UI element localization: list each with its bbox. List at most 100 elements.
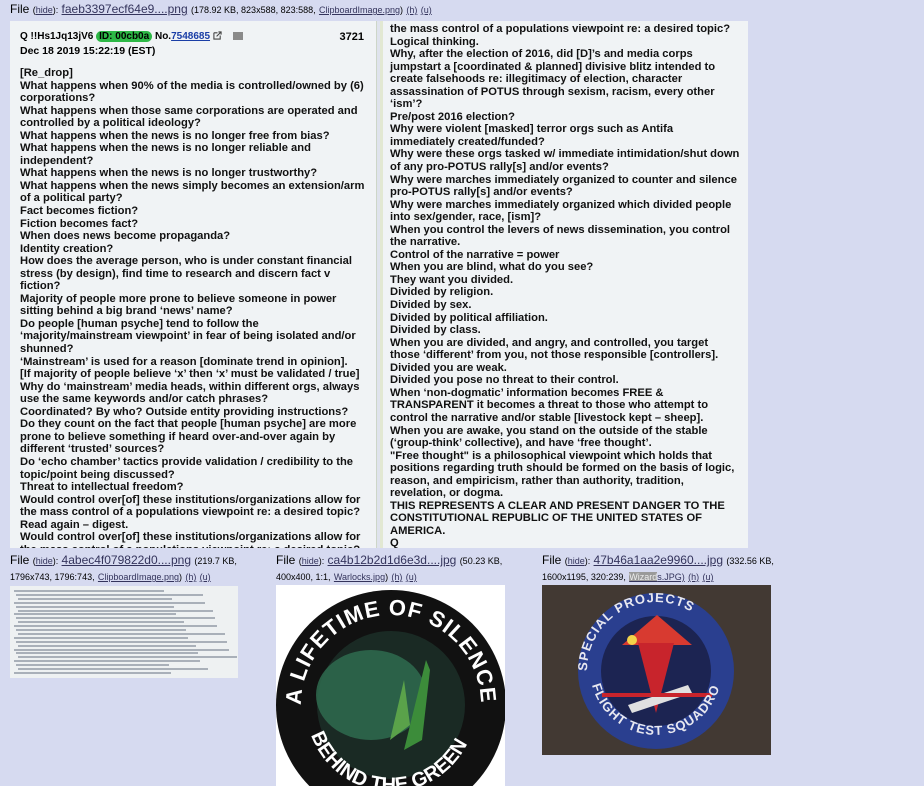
document-text-line <box>16 593 203 596</box>
original-name-link[interactable]: ClipboardImage.png <box>98 572 179 582</box>
quote-bar <box>380 21 383 548</box>
document-text-line <box>16 605 174 608</box>
file-info-3-line2: 400x400, 1:1, Warlocks.jpg) (h) (u) <box>276 572 417 582</box>
post-line: Do ‘echo chamber’ tactics provide valida… <box>20 455 354 481</box>
file-info-1: File (hide): faeb3397ecf64e9....png (178… <box>10 2 432 16</box>
post-line: "Free thought" is a philosophical viewpo… <box>390 449 735 500</box>
post-line: When you are divided, and angry, and con… <box>390 336 719 362</box>
reply-count: 3721 <box>339 31 364 43</box>
document-text-line <box>16 652 198 655</box>
post-line: Majority of people more prone to believe… <box>20 292 337 318</box>
file-link[interactable]: ca4b12b2d1d6e3d....jpg <box>328 553 457 567</box>
h-link[interactable]: (h) <box>406 5 417 15</box>
post-line: Why were these orgs tasked w/ immediate … <box>390 148 740 174</box>
post-line: Fiction becomes fact? <box>20 217 139 230</box>
post-panel-left: Q !!Hs1Jq13jV6 ID: 00cb0a No.7548685 372… <box>10 21 377 548</box>
hide-link[interactable]: hide <box>36 5 53 15</box>
document-text-line <box>16 617 215 620</box>
warlocks-patch-thumbnail[interactable]: A LIFETIME OF SILENCE BEHIND THE GREEN D… <box>276 585 505 786</box>
post-line: Why were violent [masked] terror orgs su… <box>390 123 674 148</box>
post-line: THIS REPRESENTS A CLEAR AND PRESENT DANG… <box>390 499 725 537</box>
post-line: Why were marches immediately organized w… <box>390 198 732 224</box>
post-line: What happens when the news simply become… <box>20 179 365 205</box>
file-info-2-line2: 1796x743, 1796:743, ClipboardImage.png) … <box>10 572 211 582</box>
file-link[interactable]: 47b46a1aa2e9960....jpg <box>594 553 723 567</box>
document-text-line <box>14 613 176 616</box>
id-badge: ID: 00cb0a <box>96 31 153 42</box>
post-line: What happens when those same corporation… <box>20 104 358 130</box>
post-header: Q !!Hs1Jq13jV6 ID: 00cb0a No.7548685 <box>20 31 243 42</box>
hide-link[interactable]: hide <box>568 556 585 566</box>
file-link[interactable]: 4abec4f079822d0....png <box>62 553 191 567</box>
post-line: Divided by political affiliation. <box>390 311 548 324</box>
file-label: File <box>10 2 30 16</box>
tripcode: Q !!Hs1Jq13jV6 <box>20 31 94 42</box>
file-info-3: File (hide): ca4b12b2d1d6e3d....jpg (50.… <box>276 553 503 567</box>
post-body-left: [Re_drop] What happens when 90% of the me… <box>20 67 365 548</box>
post-line: Control of the narrative = power <box>390 248 560 261</box>
hide-link[interactable]: hide <box>302 556 319 566</box>
document-text-line <box>16 640 227 643</box>
post-line: Coordinated? By who? Outside entity prov… <box>20 405 349 418</box>
post-line: When ‘non-dogmatic’ information becomes … <box>390 386 709 424</box>
post-line: ‘Mainstream’ is used for a reason [domin… <box>20 355 348 368</box>
h-link[interactable]: (h) <box>185 572 196 582</box>
document-text-line <box>14 601 205 604</box>
post-line: What happens when the news is no longer … <box>20 129 330 142</box>
post-line: When does news become propaganda? <box>20 230 231 243</box>
document-text-line <box>14 671 171 674</box>
document-text-line <box>18 644 196 647</box>
document-text-line <box>14 625 217 628</box>
h-link[interactable]: (h) <box>391 572 402 582</box>
u-link[interactable]: (u) <box>421 5 432 15</box>
document-text-line <box>14 648 229 651</box>
u-link[interactable]: (u) <box>200 572 211 582</box>
h-link[interactable]: (h) <box>688 572 699 582</box>
post-line: They want you divided. <box>390 273 514 286</box>
post-line: Identity creation? <box>20 242 114 255</box>
post-line: Pre/post 2016 election? <box>390 110 515 123</box>
document-text-line <box>18 656 237 659</box>
post-date: Dec 18 2019 15:22:19 (EST) <box>20 45 156 57</box>
original-name-link[interactable]: Wizards.JPG) <box>629 572 685 582</box>
post-line: When you control the levers of news diss… <box>390 223 731 249</box>
post-line: [If majority of people believe ‘x’ then … <box>20 368 360 381</box>
document-text-line <box>14 636 188 639</box>
screenshot-image[interactable]: Q !!Hs1Jq13jV6 ID: 00cb0a No.7548685 372… <box>10 21 748 548</box>
post-line: Why do ‘mainstream’ media heads, within … <box>20 380 360 406</box>
post-line: Divided by religion. <box>390 286 494 299</box>
folder-icon <box>232 32 243 41</box>
post-line: [Re_drop] <box>20 67 73 79</box>
post-line: What happens when the news is no longer … <box>20 142 311 167</box>
document-text-line <box>18 609 213 612</box>
wizards-patch-image: SPECIAL PROJECTS FLIGHT TEST SQUADRON <box>542 585 771 755</box>
document-text-line <box>16 629 186 631</box>
post-line: Why, after the election of 2016, did [D]… <box>390 48 716 111</box>
post-line: Divided you pose no threat to their cont… <box>390 374 619 387</box>
post-line: What happens when the news is no longer … <box>20 167 318 180</box>
document-text-line <box>18 621 184 624</box>
post-line: Fact becomes fiction? <box>20 205 139 218</box>
document-text-line <box>14 590 164 592</box>
external-link-icon <box>213 31 222 40</box>
file-link[interactable]: faeb3397ecf64e9....png <box>62 2 188 16</box>
u-link[interactable]: (u) <box>406 572 417 582</box>
post-line: Q <box>390 537 399 548</box>
original-name-link[interactable]: ClipboardImage.png <box>319 5 400 15</box>
file-meta: (178.92 KB, 823x588, 823:588, <box>191 5 316 15</box>
post-line: Divided by class. <box>390 324 481 337</box>
post-line: Would control over[of] these institution… <box>20 531 361 548</box>
warlocks-patch-image: A LIFETIME OF SILENCE BEHIND THE GREEN D… <box>276 585 505 786</box>
file-info-4-line2: 1600x1195, 320:239, Wizards.JPG) (h) (u) <box>542 572 714 582</box>
post-line: When you are awake, you stand on the out… <box>390 424 708 450</box>
post-line: How does the average person, who is unde… <box>20 255 352 293</box>
hide-link[interactable]: hide <box>36 556 53 566</box>
u-link[interactable]: (u) <box>702 572 713 582</box>
post-line: Why were marches immediately organized t… <box>390 173 737 199</box>
post-line: When you are blind, what do you see? <box>390 261 594 274</box>
document-thumbnail[interactable] <box>10 586 238 678</box>
original-name-link[interactable]: Warlocks.jpg <box>334 572 385 582</box>
post-line: Do they count on the fact that people [h… <box>20 418 357 456</box>
document-text-line <box>18 597 172 600</box>
wizards-patch-thumbnail[interactable]: SPECIAL PROJECTS FLIGHT TEST SQUADRON <box>542 585 771 755</box>
